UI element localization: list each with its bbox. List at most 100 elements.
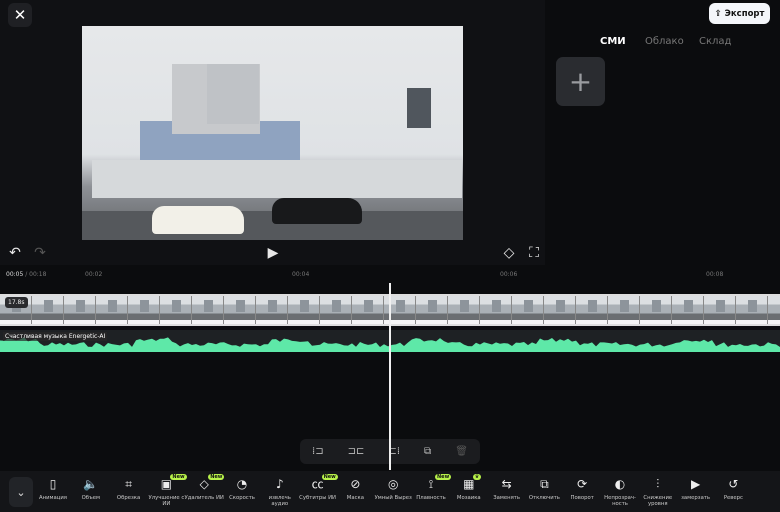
keyframe-icon: ◇ <box>503 245 515 261</box>
ruler-tick: 00:02 <box>85 271 103 278</box>
tab-media[interactable]: СМИ <box>600 36 626 47</box>
collapse-button[interactable]: ⌄ <box>9 477 33 507</box>
export-label: Экспорт <box>724 8 765 19</box>
tool-icon: ⟳ <box>577 477 588 491</box>
tool-button[interactable]: ⟳ Поворот <box>562 476 602 501</box>
play-button[interactable]: ▶ <box>264 244 282 262</box>
total-time: / 00:18 <box>23 271 47 278</box>
fullscreen-icon: ⛶ <box>529 245 539 261</box>
filmstrip-frame <box>640 296 672 324</box>
filmstrip-frame <box>224 296 256 324</box>
filmstrip-frame <box>192 296 224 324</box>
export-button[interactable]: ⇪ Экспорт <box>709 3 770 24</box>
tool-button[interactable]: 🔈 Объем <box>71 476 111 501</box>
tool-icon: ◐ <box>614 477 626 491</box>
playhead[interactable] <box>389 283 391 470</box>
tool-button[interactable]: ⇆ Заменять <box>487 476 527 501</box>
redo-button[interactable]: ↷ <box>31 244 49 262</box>
filmstrip-frame <box>160 296 192 324</box>
tool-label: Маска <box>346 495 364 501</box>
filmstrip-frame <box>512 296 544 324</box>
filmstrip-frame <box>64 296 96 324</box>
tool-icon: ⇆ <box>501 477 512 491</box>
tool-button[interactable]: ⌗ Обрезка <box>109 476 149 501</box>
tool-icon: ⧉ <box>540 477 549 491</box>
tool-label: извлечь аудио <box>268 495 291 507</box>
tab-stock[interactable]: Склад <box>699 36 731 47</box>
fullscreen-button[interactable]: ⛶ <box>525 244 543 262</box>
road-sign <box>407 88 431 128</box>
tool-icon: ♪ <box>275 477 284 491</box>
fence <box>92 160 462 198</box>
filmstrip-frame <box>320 296 352 324</box>
split-left-icon[interactable]: ⁞⊐ <box>312 446 324 457</box>
filmstrip-frame <box>704 296 736 324</box>
tool-icon: ⌗ <box>125 477 132 491</box>
filmstrip-frame <box>416 296 448 324</box>
ruler-tick: 00:08 <box>706 271 724 278</box>
tool-label: Мозаика <box>456 495 481 501</box>
tool-icon: ▯ <box>49 477 57 491</box>
tool-button[interactable]: ▣ Улучшение с ИИ New <box>146 474 187 507</box>
filmstrip-frame <box>256 296 288 324</box>
tool-button[interactable]: ◇ Удалитель ИИ New <box>184 474 225 501</box>
tool-label: Плавность <box>416 495 446 501</box>
upload-icon: ⇪ <box>714 8 722 19</box>
add-media-button[interactable]: + <box>556 57 605 106</box>
tool-label: Обрезка <box>116 495 141 501</box>
filmstrip-frame <box>448 296 480 324</box>
tool-button[interactable]: ▯ Анимация <box>33 476 73 501</box>
delete-icon[interactable]: 🗑 <box>455 446 468 457</box>
filmstrip-frame <box>128 296 160 324</box>
tool-button[interactable]: ◐ Непрозрач-ность <box>600 476 640 507</box>
filmstrip-frame <box>736 296 768 324</box>
filmstrip-frame <box>768 296 780 324</box>
play-icon: ▶ <box>267 245 279 261</box>
video-preview[interactable] <box>82 26 463 240</box>
new-badge: ♛ <box>472 474 482 480</box>
close-icon: ✕ <box>13 6 27 24</box>
keyframe-button[interactable]: ◇ <box>500 244 518 262</box>
audio-label: Счастливая музыка Energetic-AI <box>3 332 108 341</box>
filmstrip-frame <box>672 296 704 324</box>
duplicate-icon[interactable]: ⧉ <box>424 446 431 457</box>
tool-label: Объем <box>81 495 101 501</box>
ruler-tick: 00:04 <box>292 271 310 278</box>
tool-button[interactable]: ⧉ Отключить <box>524 476 564 501</box>
tool-button[interactable]: ⟟ Плавность New <box>411 474 452 501</box>
filmstrip-frame <box>96 296 128 324</box>
undo-button[interactable]: ↶ <box>6 244 24 262</box>
chevron-down-icon: ⌄ <box>16 485 26 499</box>
tool-button[interactable]: ▦ Мозаика ♛ <box>449 474 489 501</box>
current-time: 00:05 <box>6 271 24 278</box>
tool-label: Отключить <box>528 495 560 501</box>
tool-button[interactable]: ⫶ Снижение уровня <box>638 476 678 507</box>
tool-icon: ▶ <box>690 477 701 491</box>
filmstrip-frame <box>288 296 320 324</box>
tool-label: Реверс <box>723 495 743 501</box>
split-icon[interactable]: ⊐⊏ <box>348 446 365 457</box>
tool-label: Скорость <box>229 495 255 501</box>
tool-label: Заменять <box>493 495 520 501</box>
tool-icon: ⫶ <box>656 477 660 491</box>
building <box>207 64 259 124</box>
tab-cloud[interactable]: Облако <box>645 36 684 47</box>
tool-button[interactable]: ◎ Умный Вырез <box>373 476 413 501</box>
tool-icon: ↺ <box>728 477 739 491</box>
tool-label: Снижение уровня <box>643 495 673 507</box>
close-button[interactable]: ✕ <box>8 3 32 27</box>
tool-label: Умный Вырез <box>374 495 412 501</box>
tool-button[interactable]: ▶ замерзать <box>676 476 716 501</box>
tool-button[interactable]: ↺ Реверс <box>713 476 753 501</box>
tool-icon: ▦ <box>463 477 475 491</box>
tool-button[interactable]: ♪ извлечь аудио <box>260 476 300 507</box>
tool-label: Улучшение с ИИ <box>148 495 185 507</box>
undo-icon: ↶ <box>9 245 21 261</box>
filmstrip-frame <box>576 296 608 324</box>
tool-icon: 🔈 <box>83 477 99 491</box>
tool-button[interactable]: ◔ Скорость <box>222 476 262 501</box>
ruler-tick: 00:06 <box>500 271 518 278</box>
tool-button[interactable]: ㏄ Субтитры ИИ New <box>298 474 338 501</box>
time-readout: 00:05 / 00:18 <box>6 271 46 278</box>
tool-button[interactable]: ⊘ Маска <box>335 476 375 501</box>
